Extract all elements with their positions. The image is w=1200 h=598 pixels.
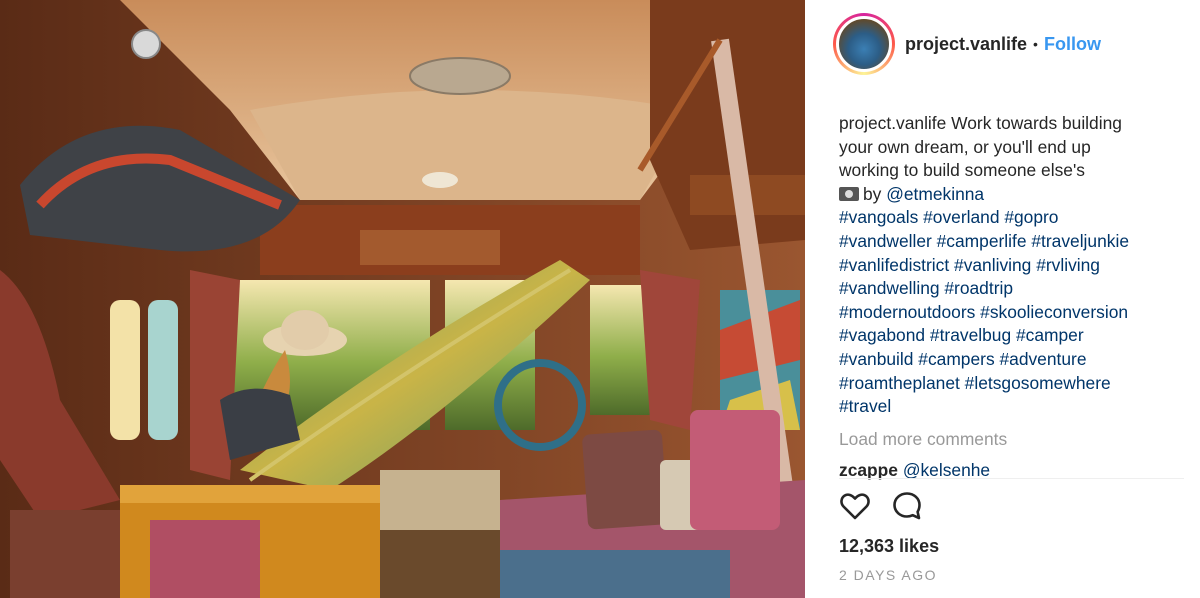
comment-item: zcappe @kelsenhe — [839, 459, 1184, 480]
caption-comments: project.vanlife Work towards building yo… — [839, 112, 1184, 480]
caption-text-2: your own dream, or you'll end up — [839, 136, 1091, 157]
post-timestamp[interactable]: 2 DAYS AGO — [839, 567, 937, 583]
caption-credit: by @etmekinna — [839, 183, 1184, 207]
header-username[interactable]: project.vanlife — [905, 34, 1027, 55]
hashtag-line[interactable]: #modernoutdoors #skoolieconversion — [839, 301, 1184, 325]
credit-prefix: by — [863, 183, 882, 204]
hashtag-line[interactable]: #vanlifedistrict #vanliving #rvliving — [839, 254, 1184, 278]
post-header: project.vanlife • Follow — [805, 0, 1200, 88]
hashtag-line[interactable]: #travel — [839, 395, 1184, 419]
hashtag-line[interactable]: #vandwelling #roadtrip — [839, 277, 1184, 301]
separator-dot: • — [1033, 36, 1038, 52]
credit-handle-link[interactable]: @etmekinna — [886, 184, 984, 204]
hashtag-list: #vangoals #overland #gopro #vandweller #… — [839, 206, 1184, 418]
post-photo[interactable] — [0, 0, 805, 598]
hashtag-line[interactable]: #vangoals #overland #gopro — [839, 206, 1184, 230]
caption-username[interactable]: project.vanlife — [839, 113, 946, 133]
action-bar — [839, 490, 923, 522]
profile-avatar[interactable] — [833, 13, 895, 75]
caption-text-3: working to build someone else's — [839, 160, 1085, 181]
van-interior-image — [0, 0, 805, 598]
post-sidebar: project.vanlife • Follow project.vanlife… — [805, 0, 1200, 598]
section-divider — [839, 478, 1184, 479]
camera-emoji-icon — [839, 186, 859, 201]
likes-count[interactable]: 12,363 likes — [839, 536, 939, 557]
comment-bubble-icon[interactable] — [891, 490, 923, 522]
hashtag-line[interactable]: #vagabond #travelbug #camper — [839, 324, 1184, 348]
hashtag-line[interactable]: #roamtheplanet #letsgosomewhere — [839, 372, 1184, 396]
follow-button[interactable]: Follow — [1044, 34, 1101, 55]
caption-line-1: project.vanlife Work towards building — [839, 112, 1184, 136]
hashtag-line[interactable]: #vanbuild #campers #adventure — [839, 348, 1184, 372]
avatar-image — [836, 16, 892, 72]
hashtag-line[interactable]: #vandweller #camperlife #traveljunkie — [839, 230, 1184, 254]
load-more-comments-button[interactable]: Load more comments — [839, 428, 1184, 452]
heart-icon[interactable] — [839, 490, 871, 522]
caption-text-1: Work towards building — [951, 113, 1122, 133]
instagram-post: project.vanlife • Follow project.vanlife… — [0, 0, 1200, 598]
